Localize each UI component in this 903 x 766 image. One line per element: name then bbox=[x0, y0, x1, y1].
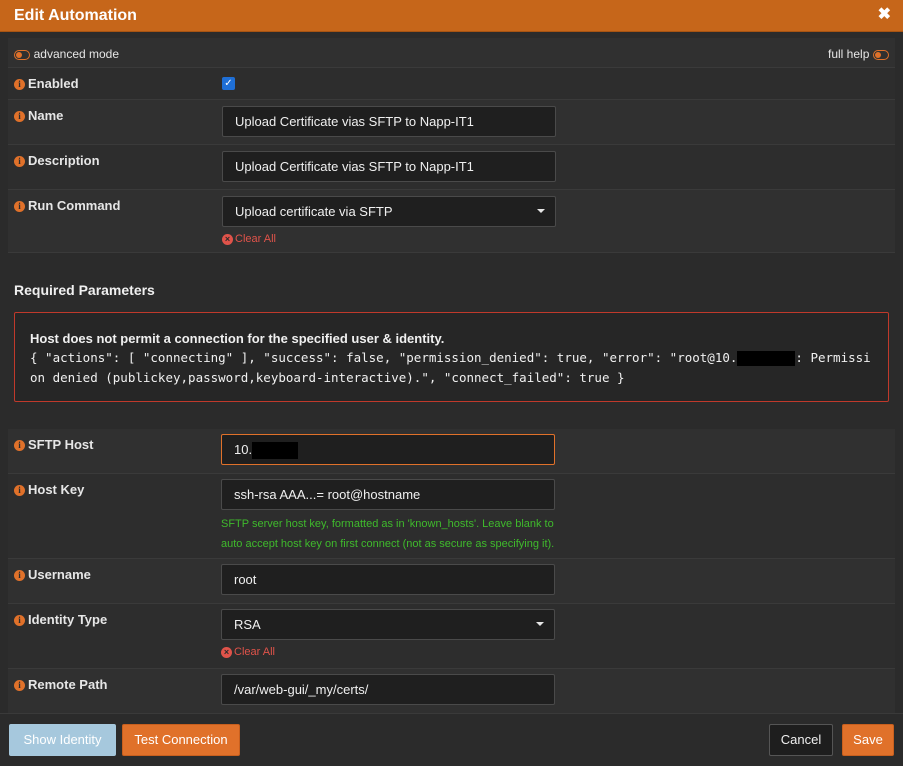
enabled-row: i Enabled ✓ bbox=[8, 68, 895, 100]
info-icon[interactable]: i bbox=[14, 485, 25, 497]
identity-type-label: i Identity Type bbox=[14, 612, 107, 627]
info-icon[interactable]: i bbox=[14, 570, 25, 582]
times-circle-icon: × bbox=[222, 233, 233, 245]
times-circle-icon: × bbox=[221, 646, 232, 658]
sftp-host-input[interactable]: 10. bbox=[221, 434, 555, 465]
remote-path-row: i Remote Path /var/web-gui/_my/certs/ bbox=[8, 669, 895, 713]
description-input[interactable]: Upload Certificate vias SFTP to Napp-IT1 bbox=[222, 151, 556, 182]
sftp-host-row: i SFTP Host 10. bbox=[8, 429, 895, 474]
cancel-button[interactable]: Cancel bbox=[769, 724, 833, 756]
show-identity-button[interactable]: Show Identity bbox=[9, 724, 116, 756]
info-icon[interactable]: i bbox=[14, 440, 25, 452]
info-icon[interactable]: i bbox=[14, 201, 25, 213]
name-input[interactable]: Upload Certificate vias SFTP to Napp-IT1 bbox=[222, 106, 556, 137]
full-help-label: full help bbox=[828, 47, 870, 61]
remote-path-input[interactable]: /var/web-gui/_my/certs/ bbox=[221, 674, 555, 705]
info-icon[interactable]: i bbox=[14, 156, 25, 168]
sftp-host-label: i SFTP Host bbox=[14, 437, 94, 452]
close-icon[interactable]: ✖ bbox=[878, 4, 891, 24]
name-label: i Name bbox=[14, 108, 63, 123]
mode-toolbar: advanced mode full help bbox=[8, 38, 895, 68]
remote-path-label: i Remote Path bbox=[14, 677, 107, 692]
description-row: i Description Upload Certificate vias SFT… bbox=[8, 145, 895, 190]
caret-down-icon bbox=[537, 209, 545, 213]
info-icon[interactable]: i bbox=[14, 111, 25, 123]
info-icon[interactable]: i bbox=[14, 615, 25, 627]
host-key-input[interactable]: ssh-rsa AAA...= root@hostname bbox=[221, 479, 555, 510]
identity-type-value: RSA bbox=[234, 617, 261, 632]
host-key-help: SFTP server host key, formatted as in 'k… bbox=[221, 518, 555, 550]
toggle-icon bbox=[873, 49, 889, 60]
caret-down-icon bbox=[536, 622, 544, 626]
dialog-title: Edit Automation bbox=[14, 7, 137, 24]
dialog-footer: Show Identity Test Connection Cancel Sav… bbox=[0, 713, 903, 766]
advanced-mode-label: advanced mode bbox=[33, 47, 120, 61]
username-label: i Username bbox=[14, 567, 91, 582]
test-connection-button[interactable]: Test Connection bbox=[122, 724, 240, 756]
name-row: i Name Upload Certificate vias SFTP to Na… bbox=[8, 100, 895, 145]
enabled-label: i Enabled bbox=[14, 76, 79, 91]
info-icon[interactable]: i bbox=[14, 79, 25, 91]
save-button[interactable]: Save bbox=[842, 724, 894, 756]
username-input[interactable]: root bbox=[221, 564, 555, 595]
run-command-row: i Run Command Upload certificate via SFTP… bbox=[8, 190, 895, 253]
error-detail-prefix: { "actions": [ "connecting" ], "success"… bbox=[30, 350, 738, 365]
enabled-checkbox[interactable]: ✓ bbox=[222, 77, 235, 90]
host-key-label: i Host Key bbox=[14, 482, 84, 497]
username-row: i Username root bbox=[8, 559, 895, 604]
info-icon[interactable]: i bbox=[14, 680, 25, 692]
connection-error-alert: Host does not permit a connection for th… bbox=[14, 312, 889, 402]
redacted-block bbox=[252, 442, 299, 460]
sftp-host-value: 10. bbox=[234, 442, 253, 457]
toggle-icon bbox=[14, 49, 30, 60]
redacted-block bbox=[737, 351, 796, 366]
dialog-title-bar: Edit Automation ✖ bbox=[0, 0, 903, 32]
error-title: Host does not permit a connection for th… bbox=[30, 331, 445, 346]
identity-type-clear-all[interactable]: × Clear All bbox=[221, 646, 275, 658]
identity-type-select[interactable]: RSA bbox=[221, 609, 555, 640]
host-key-row: i Host Key ssh-rsa AAA...= root@hostname … bbox=[8, 474, 895, 559]
run-command-label: i Run Command bbox=[14, 198, 120, 213]
description-label: i Description bbox=[14, 153, 100, 168]
error-detail: { "actions": [ "connecting" ], "success"… bbox=[30, 348, 873, 388]
run-command-value: Upload certificate via SFTP bbox=[235, 204, 393, 219]
run-command-clear-all[interactable]: × Clear All bbox=[222, 233, 276, 245]
required-parameters-heading: Required Parameters bbox=[14, 282, 155, 298]
full-help-toggle[interactable]: full help bbox=[828, 46, 889, 61]
identity-type-row: i Identity Type RSA × Clear All bbox=[8, 604, 895, 669]
dialog-body: advanced mode full help i Enabled ✓ i Name… bbox=[8, 38, 895, 713]
advanced-mode-toggle[interactable]: advanced mode bbox=[14, 46, 119, 61]
run-command-select[interactable]: Upload certificate via SFTP bbox=[222, 196, 556, 227]
